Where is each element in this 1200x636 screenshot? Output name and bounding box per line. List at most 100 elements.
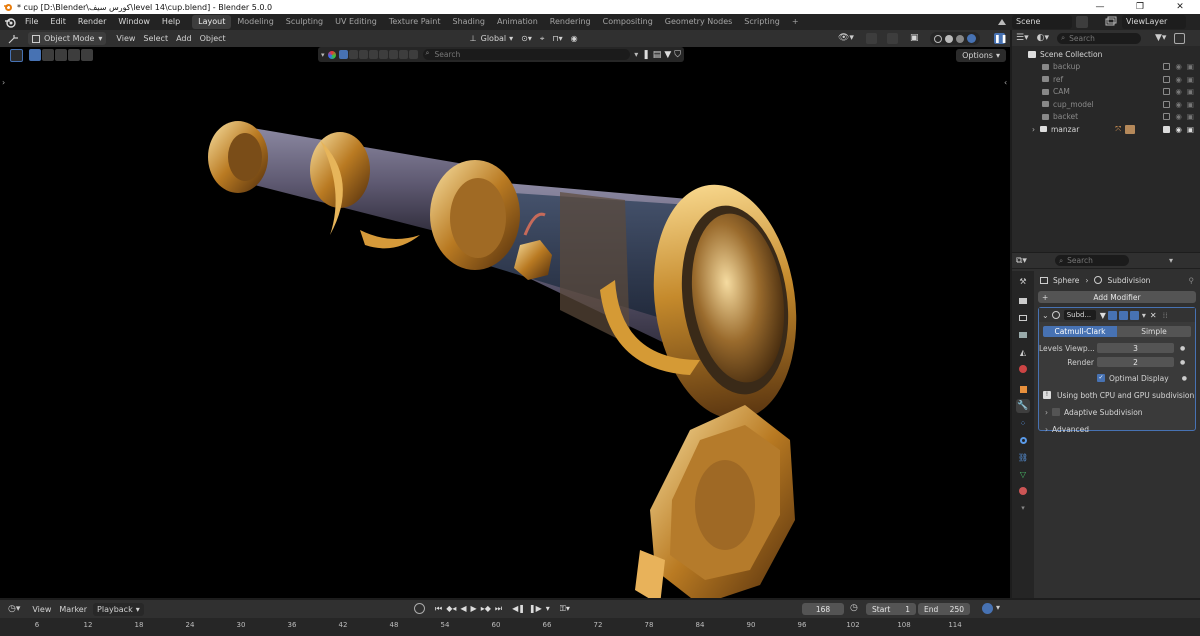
output-tab-icon[interactable] [1016,311,1030,325]
physics-tab-icon[interactable] [1016,433,1030,447]
solid-shading-icon[interactable] [944,34,953,43]
menu-add[interactable]: Add [172,32,196,45]
exclude-checkbox[interactable] [1163,75,1171,83]
modifier-name-field[interactable]: Subd... [1063,310,1096,320]
material-shading-icon[interactable] [956,34,965,43]
clock-icon[interactable]: ◷ [850,603,858,613]
play-icon[interactable]: ▶ [471,604,477,613]
tool-tab-icon[interactable]: ⚒ [1016,274,1030,288]
scene-tab-icon[interactable]: ◭ [1016,345,1030,359]
tab-sculpting[interactable]: Sculpting [280,15,329,29]
next-keyframe-icon[interactable]: ▸◆ [481,604,491,613]
camera-icon[interactable]: ▣ [1187,62,1194,71]
wireframe-shading-icon[interactable] [933,34,942,43]
levels-viewport-field[interactable]: 3 [1097,343,1174,353]
scene-selector[interactable]: Scene [1012,15,1072,29]
eye-icon[interactable]: ◉ [1175,62,1182,71]
auto-keying-icon[interactable] [414,603,425,614]
eye-icon[interactable]: ◉ [1175,87,1182,96]
optimal-display-row[interactable]: ✓ Optimal Display ● [1039,372,1195,384]
render-display-icon[interactable] [1129,310,1139,320]
expand-arrow-icon[interactable]: › [1032,125,1035,134]
view-layer-icon[interactable] [1105,16,1117,28]
shield-icon[interactable]: ⛉ [674,50,681,60]
toolbar-expand-icon[interactable]: › [2,78,5,87]
more-tabs-icon[interactable]: ▾ [1016,501,1030,515]
outliner-item-manzar[interactable]: › manzar ⤧ ◉ ▣ [1012,123,1200,136]
eye-icon[interactable]: ◉ [1175,100,1182,109]
filter-icon-6[interactable] [388,50,398,59]
filter-icon-8[interactable] [408,50,418,59]
outliner-scene-collection[interactable]: Scene Collection [1012,48,1200,61]
list-filter-icon[interactable]: ▤ [653,50,662,60]
jump-end-icon[interactable]: ⏭ [495,604,502,614]
3d-viewport[interactable]: Object Mode ▾ View Select Add Object ⊥ G… [0,30,1010,598]
realtime-display-icon[interactable] [1118,310,1128,320]
cage-icon[interactable] [1107,310,1117,320]
drag-handle-icon[interactable]: ⁞⁞ [1163,311,1168,320]
snap-target-icon[interactable]: ⊓▾ [548,32,566,45]
menu-view[interactable]: View [112,32,139,45]
keyframe-dot-icon[interactable]: ● [1182,375,1187,382]
keyframe-dot-icon[interactable]: ● [1180,359,1185,366]
bookmark-icon[interactable]: ❚ [642,50,650,60]
end-frame-field[interactable]: End 250 [918,603,970,615]
outliner-item-backet[interactable]: backet ◉ ▣ [1012,111,1200,124]
tab-geometry-nodes[interactable]: Geometry Nodes [659,15,738,29]
select-invert-icon[interactable] [68,49,80,61]
prev-marker-icon[interactable]: ◀❚ [512,604,525,613]
modifier-tab-icon[interactable]: 🔧 [1016,399,1030,413]
xray-icon[interactable]: ▣ [910,33,919,43]
shading-modes[interactable] [930,32,980,45]
menu-object[interactable]: Object [196,32,230,45]
outliner-item-cam[interactable]: CAM ◉ ▣ [1012,86,1200,99]
camera-icon[interactable]: ▣ [1187,125,1194,134]
tab-rendering[interactable]: Rendering [544,15,597,29]
select-subtract-icon[interactable] [55,49,67,61]
select-new-icon[interactable] [29,49,41,61]
gizmo-toggle-icon[interactable] [866,33,877,44]
delete-modifier-icon[interactable]: ✕ [1150,311,1157,320]
editor-type-icon[interactable] [4,32,24,45]
view-layer-tab-icon[interactable] [1016,328,1030,342]
start-frame-field[interactable]: Start 1 [866,603,916,615]
filter-icon-1[interactable] [338,50,348,59]
world-tab-icon[interactable] [1016,362,1030,376]
keyframe-dot-icon[interactable]: ● [1180,345,1185,352]
tab-texture-paint[interactable]: Texture Paint [383,15,447,29]
filter-icon-7[interactable] [398,50,408,59]
menu-help[interactable]: Help [156,14,186,30]
menu-file[interactable]: File [19,14,44,30]
add-workspace-button[interactable]: + [786,15,805,29]
mode-selector[interactable]: Object Mode ▾ [28,32,107,45]
tab-modeling[interactable]: Modeling [231,15,279,29]
timeline-ruler[interactable]: 6 12 18 24 30 36 42 48 54 60 66 72 78 84… [0,618,1200,636]
expand-arrow-icon[interactable]: › [1045,408,1048,417]
exclude-checkbox[interactable] [1163,100,1171,108]
chevron-down-icon[interactable]: ▾ [634,50,638,59]
catmull-clark-option[interactable]: Catmull-Clark [1043,326,1117,337]
camera-icon[interactable]: ▣ [1187,100,1194,109]
exclude-checkbox[interactable] [1163,113,1171,121]
camera-icon[interactable]: ▣ [1187,75,1194,84]
maximize-button[interactable]: ❐ [1120,0,1160,14]
outliner-search-input[interactable]: ⌕ Search [1056,32,1141,44]
exclude-checkbox[interactable] [1163,88,1171,96]
timeline-editor-icon[interactable]: ◷▾ [8,604,20,614]
select-extend-icon[interactable] [42,49,54,61]
tab-shading[interactable]: Shading [446,15,491,29]
outliner-item-cup-model[interactable]: cup_model ◉ ▣ [1012,98,1200,111]
proportional-edit-icon[interactable]: ◉ [567,32,582,45]
advanced-row[interactable]: › Advanced [1039,423,1195,435]
overlay-toggle-icon[interactable] [887,33,898,44]
filter-icon[interactable]: ▼▾ [1155,33,1166,43]
filter-icon-5[interactable] [378,50,388,59]
next-marker-icon[interactable]: ❚▶ [529,604,542,613]
eye-icon[interactable]: ◉ [1175,75,1182,84]
eye-icon[interactable]: ◉ [1175,112,1182,121]
new-collection-icon[interactable] [1174,32,1186,44]
visibility-icon[interactable]: 👁▾ [838,33,854,43]
transform-orientation-selector[interactable]: ⊥ Global ▾ [466,32,518,45]
tab-animation[interactable]: Animation [491,15,544,29]
properties-editor-icon[interactable]: ⧉▾ [1016,256,1027,266]
